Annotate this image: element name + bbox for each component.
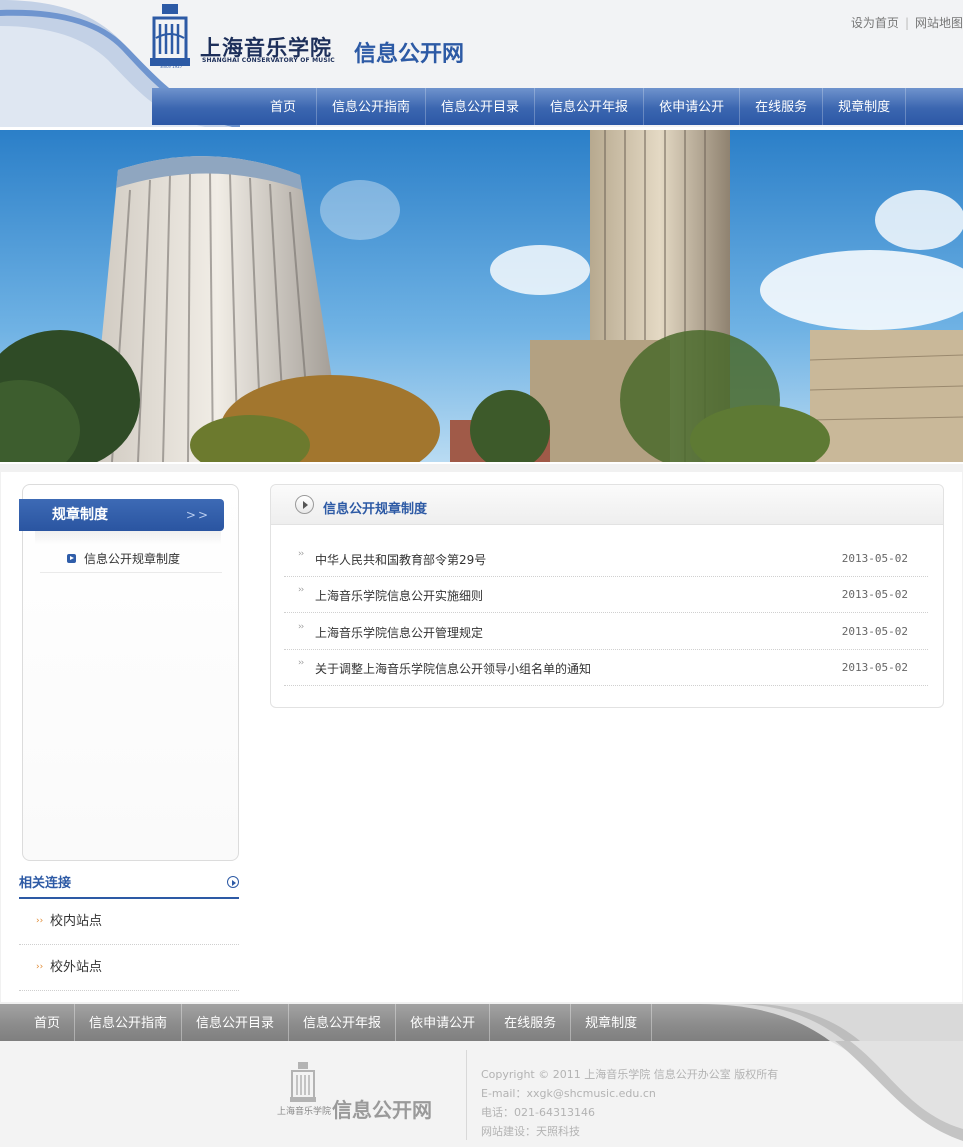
news-row[interactable]: ›› 中华人民共和国教育部令第29号 2013-05-02 [284,540,928,577]
top-links: 设为首页 | 网站地图 [851,14,963,31]
footer-nav-regulations[interactable]: 规章制度 [571,1004,653,1041]
campus-banner-image [0,130,963,462]
related-link-internal[interactable]: ›› 校内站点 [19,899,239,945]
footer-nav-request[interactable]: 依申请公开 [396,1004,491,1041]
news-date: 2013-05-02 [841,625,908,638]
nav-item-guide[interactable]: 信息公开指南 [317,88,427,125]
news-row[interactable]: ›› 上海音乐学院信息公开实施细则 2013-05-02 [284,576,928,613]
sitemap-link[interactable]: 网站地图 [915,16,963,30]
footer-info: Copyright © 2011 上海音乐学院 信息公开办公室 版权所有 E-m… [481,1065,778,1141]
footer-nav-online-service[interactable]: 在线服务 [490,1004,572,1041]
play-arrow-icon [295,495,314,514]
news-date: 2013-05-02 [841,588,908,601]
set-homepage-link[interactable]: 设为首页 [851,16,899,30]
footer-divider [466,1050,467,1140]
nav-item-online-service[interactable]: 在线服务 [740,88,824,125]
footer-nav: 首页 信息公开指南 信息公开目录 信息公开年报 依申请公开 在线服务 规章制度 [0,1004,963,1041]
related-link-label: 校外站点 [50,960,103,975]
news-title[interactable]: 上海音乐学院信息公开实施细则 [315,587,483,604]
footer-logo: 上海音乐学院 信息公开网 [240,1052,460,1134]
footer-nav-home[interactable]: 首页 [20,1004,76,1041]
sidebar-item-regulations[interactable]: 信息公开规章制度 [40,545,222,573]
sidebar-title: 规章制度 >> [19,499,224,531]
logo-english-name: SHANGHAI CONSERVATORY OF MUSIC [202,57,335,64]
nav-item-annual-report[interactable]: 信息公开年报 [535,88,645,125]
content-title: 信息公开规章制度 [323,502,428,517]
chevron-right-icon: ›› [36,916,44,926]
related-links-title-text: 相关连接 [19,876,72,891]
news-date: 2013-05-02 [841,661,908,674]
footer-nav-catalog[interactable]: 信息公开目录 [182,1004,290,1041]
sidebar-title-shadow [35,531,221,545]
sidebar-title-text: 规章制度 [52,507,108,523]
double-chevron-icon: ›› [298,658,304,668]
footer-builder: 网站建设：天照科技 [481,1125,580,1138]
top-links-separator: | [904,16,909,30]
sidebar-title-arrows: >> [185,508,210,522]
logo-since: Since 1927 [160,64,183,69]
sidebar-item-label: 信息公开规章制度 [84,552,181,566]
footer-email: E-mail：xxgk@shcmusic.edu.cn [481,1087,656,1100]
news-row[interactable]: ›› 上海音乐学院信息公开管理规定 2013-05-02 [284,613,928,650]
content-header: 信息公开规章制度 [271,485,943,525]
footer-nav-annual-report[interactable]: 信息公开年报 [289,1004,397,1041]
arrow-bullet-icon [67,554,76,563]
nav-item-request[interactable]: 依申请公开 [644,88,741,125]
site-title: 信息公开网 [354,42,465,67]
go-arrow-icon[interactable] [227,876,239,888]
footer-site-title: 信息公开网 [332,1098,432,1122]
double-chevron-icon: ›› [298,549,304,559]
nav-item-home[interactable]: 首页 [252,88,318,125]
related-link-external[interactable]: ›› 校外站点 [19,945,239,991]
header: 上海音乐学院 SHANGHAI CONSERVATORY OF MUSIC Si… [0,0,963,127]
footer-phone: 电话：021-64313146 [481,1106,595,1119]
news-title[interactable]: 关于调整上海音乐学院信息公开领导小组名单的通知 [315,660,591,677]
footer-nav-guide[interactable]: 信息公开指南 [75,1004,183,1041]
double-chevron-icon: ›› [298,585,304,595]
nav-item-catalog[interactable]: 信息公开目录 [426,88,536,125]
footer-copyright: Copyright © 2011 上海音乐学院 信息公开办公室 版权所有 [481,1068,779,1081]
news-row[interactable]: ›› 关于调整上海音乐学院信息公开领导小组名单的通知 2013-05-02 [284,649,928,686]
news-title[interactable]: 中华人民共和国教育部令第29号 [315,551,486,568]
nav-item-regulations[interactable]: 规章制度 [823,88,907,125]
chevron-right-icon: ›› [36,962,44,972]
news-date: 2013-05-02 [841,552,908,565]
main-nav: 首页 信息公开指南 信息公开目录 信息公开年报 依申请公开 在线服务 规章制度 [152,88,963,125]
double-chevron-icon: ›› [298,622,304,632]
news-title[interactable]: 上海音乐学院信息公开管理规定 [315,624,483,641]
related-link-label: 校内站点 [50,914,103,929]
related-links-title: 相关连接 [19,874,239,899]
footer-logo-name: 上海音乐学院 [277,1107,332,1117]
